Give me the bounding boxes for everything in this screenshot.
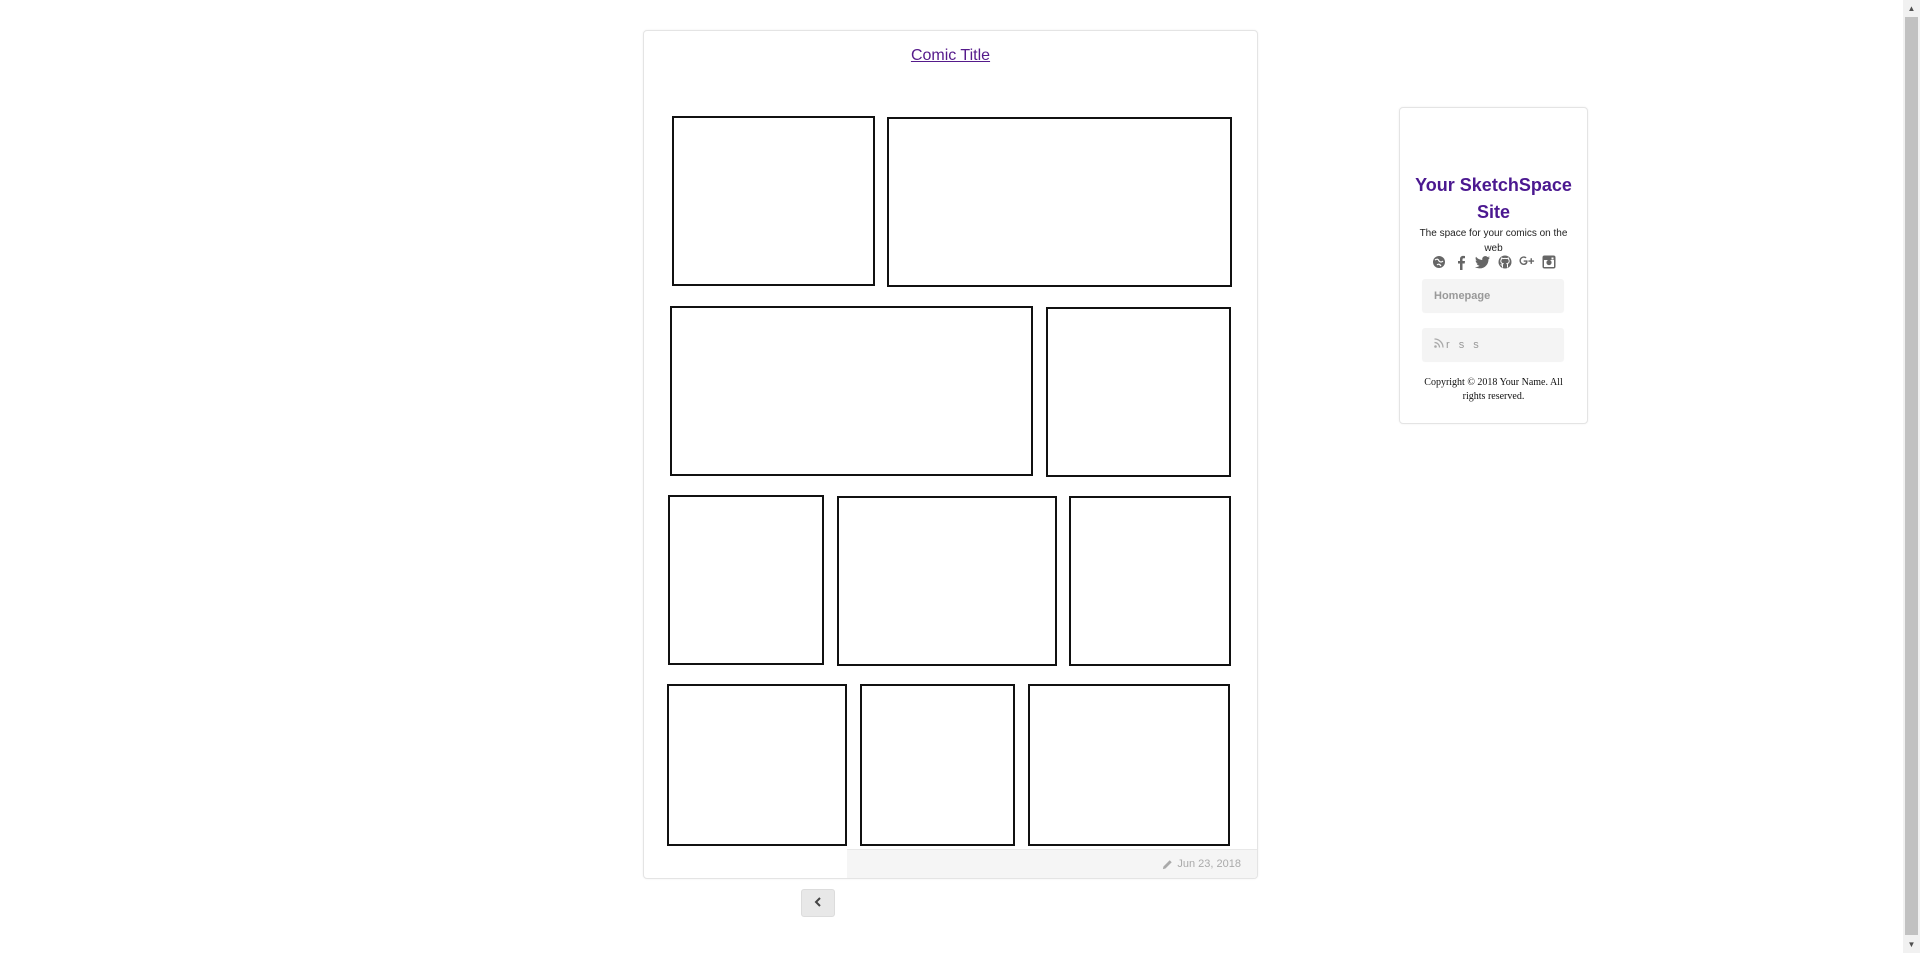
site-tagline: The space for your comics on the web	[1419, 228, 1568, 254]
comic-panel	[837, 496, 1057, 666]
comic-panel	[672, 116, 875, 286]
rss-label: r s s	[1446, 338, 1482, 351]
comic-panel	[1028, 684, 1230, 846]
comic-panel	[667, 684, 847, 846]
homepage-label: Homepage	[1434, 289, 1491, 302]
scrollbar-thumb[interactable]	[1905, 17, 1918, 935]
post-date: Jun 23, 2018	[1162, 858, 1241, 870]
vertical-scrollbar[interactable]: ▲ ▼	[1903, 0, 1920, 953]
google-plus-icon[interactable]	[1518, 254, 1535, 270]
page: Comic Title Jun 23, 2018 Your SketchSpac…	[0, 0, 1920, 953]
comic-panel	[668, 495, 824, 665]
post-date-text: Jun 23, 2018	[1177, 858, 1241, 870]
site-title[interactable]: Your SketchSpace Site	[1400, 172, 1587, 226]
github-icon[interactable]	[1497, 254, 1513, 270]
previous-comic-button[interactable]	[801, 889, 835, 917]
comic-panel	[1069, 496, 1231, 666]
instagram-icon[interactable]	[1541, 254, 1557, 270]
homepage-link[interactable]: Homepage	[1422, 279, 1564, 312]
comic-image[interactable]	[644, 81, 1257, 861]
comic-panel	[887, 117, 1232, 287]
comic-panel	[1046, 307, 1231, 477]
social-links	[1400, 254, 1587, 270]
chevron-left-icon	[814, 894, 822, 912]
comic-title-link[interactable]: Comic Title	[644, 47, 1257, 65]
copyright-text: Copyright © 2018 Your Name. All rights r…	[1424, 377, 1563, 402]
comic-card: Comic Title Jun 23, 2018	[643, 30, 1258, 879]
comic-footer: Jun 23, 2018	[847, 849, 1257, 878]
twitter-icon[interactable]	[1475, 254, 1491, 270]
scroll-up-icon[interactable]: ▲	[1903, 0, 1920, 17]
globe-icon[interactable]	[1431, 254, 1447, 270]
rss-icon	[1434, 338, 1444, 351]
comic-panel	[670, 306, 1033, 476]
scroll-down-icon[interactable]: ▼	[1903, 936, 1920, 953]
comic-panel	[860, 684, 1015, 846]
pencil-icon	[1162, 859, 1173, 870]
facebook-icon[interactable]	[1453, 254, 1469, 270]
sidebar: Your SketchSpace Site The space for your…	[1399, 107, 1588, 424]
rss-link[interactable]: r s s	[1422, 328, 1564, 361]
